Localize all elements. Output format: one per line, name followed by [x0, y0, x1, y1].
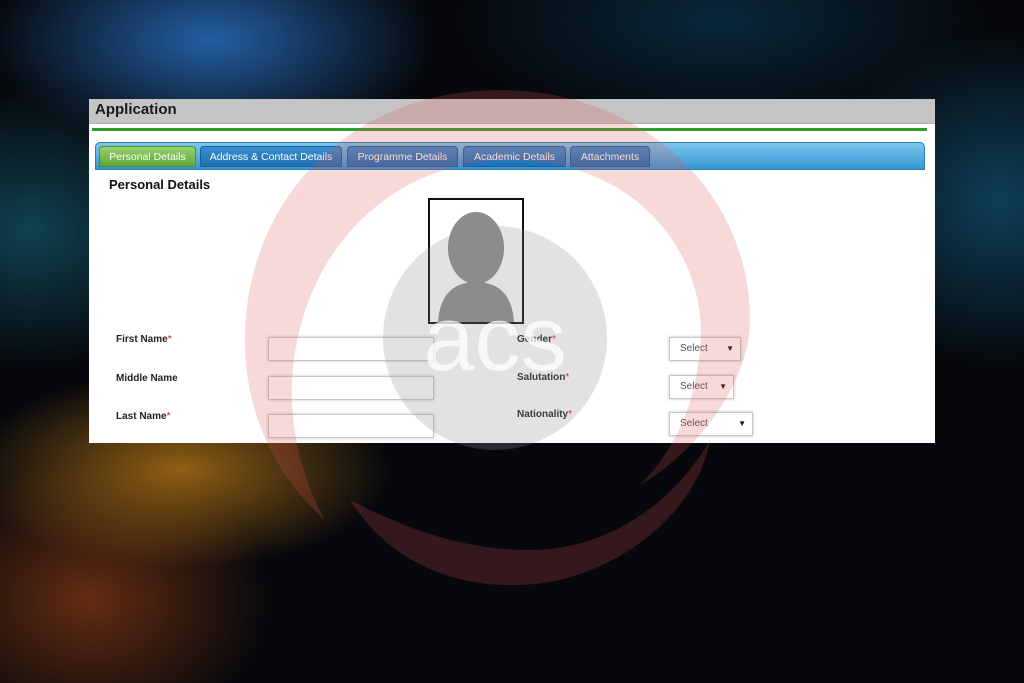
last-name-label: Last Name*	[116, 411, 171, 422]
middle-name-input[interactable]	[268, 376, 434, 400]
nationality-select[interactable]: Select ▼	[669, 412, 753, 436]
tab-bar: Personal Details Address & Contact Detai…	[95, 142, 925, 170]
first-name-label: First Name*	[116, 334, 172, 345]
caret-down-icon: ▼	[726, 344, 734, 353]
accent-divider	[92, 128, 927, 131]
gender-select[interactable]: Select ▼	[669, 337, 741, 361]
caret-down-icon: ▼	[738, 419, 746, 428]
tab-attachments[interactable]: Attachments	[570, 146, 650, 167]
gender-label: Gender*	[517, 334, 556, 345]
tab-programme-details[interactable]: Programme Details	[347, 146, 458, 167]
title-bar: Application	[89, 99, 935, 124]
last-name-input[interactable]	[268, 414, 434, 438]
nationality-selected-value: Select	[680, 418, 708, 429]
caret-down-icon: ▼	[719, 382, 727, 391]
gender-selected-value: Select	[680, 343, 708, 354]
tab-academic-details[interactable]: Academic Details	[463, 146, 566, 167]
salutation-select[interactable]: Select ▼	[669, 375, 734, 399]
window-title: Application	[95, 101, 177, 118]
nationality-label: Nationality*	[517, 409, 573, 420]
first-name-input[interactable]	[268, 337, 434, 361]
avatar-placeholder-icon	[438, 212, 514, 322]
middle-name-label: Middle Name	[116, 373, 178, 384]
application-window: Application Personal Details Address & C…	[89, 99, 935, 443]
tab-personal-details[interactable]: Personal Details	[99, 146, 196, 167]
salutation-selected-value: Select	[680, 381, 708, 392]
tab-address-contact-details[interactable]: Address & Contact Details	[200, 146, 342, 167]
salutation-label: Salutation*	[517, 372, 570, 383]
section-title: Personal Details	[109, 177, 211, 192]
photo-upload[interactable]	[428, 198, 524, 324]
